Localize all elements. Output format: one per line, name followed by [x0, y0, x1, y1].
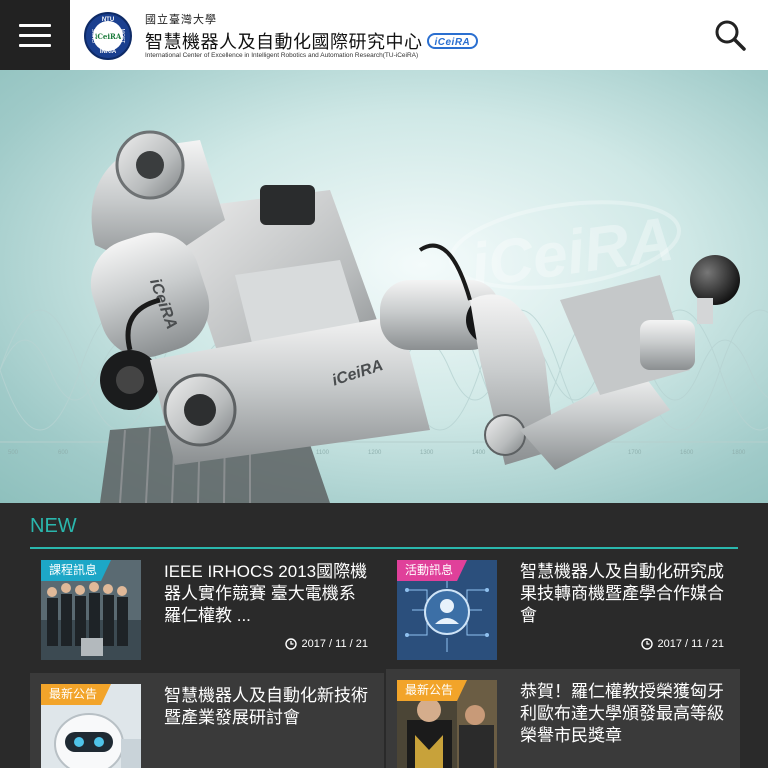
menu-bar: [19, 23, 51, 27]
center-name-text: 智慧機器人及自動化國際研究中心: [145, 32, 423, 52]
search-icon: [715, 20, 746, 51]
news-item[interactable]: 最新公告 智慧機器人及自動化新技術暨產業發展研討會: [30, 673, 384, 768]
scale-tick-label: 600: [58, 450, 69, 456]
news-thumbnail[interactable]: 最新公告: [41, 684, 141, 768]
news-heading: NEW: [30, 515, 77, 537]
news-item[interactable]: 活動訊息 智慧機器人及自動化研究成果技轉商機暨產學合作媒合會 2017 / 11…: [386, 549, 740, 660]
news-date-text: 2017 / 11 / 21: [657, 638, 724, 650]
news-thumbnail[interactable]: 最新公告: [397, 680, 497, 768]
center-name[interactable]: 智慧機器人及自動化國際研究中心 iCeiRA: [145, 28, 479, 54]
news-date: 2017 / 11 / 21: [284, 638, 368, 650]
category-tag: 課程訊息: [41, 560, 111, 581]
seal-text-top: NTU: [101, 17, 115, 23]
scale-tick-label: 1200: [368, 450, 382, 456]
seal-text-bottom: INRIA: [99, 49, 117, 55]
news-item[interactable]: 最新公告 恭賀！羅仁權教授榮獲匈牙利歐布達大學頒發最高等級榮譽市民獎章: [386, 669, 740, 768]
search-button[interactable]: [712, 17, 748, 53]
news-title[interactable]: 智慧機器人及自動化研究成果技轉商機暨產學合作媒合會: [520, 561, 725, 627]
news-title[interactable]: IEEE IRHOCS 2013國際機器人實作競賽 臺大電機系羅仁權教 ...: [164, 561, 369, 627]
category-tag: 最新公告: [41, 684, 111, 705]
seal-text-center: iCeiRA: [94, 31, 122, 41]
seal-text-left: CNRS: [92, 28, 99, 44]
university-name: 國立臺灣大學: [145, 13, 217, 26]
scale-tick-label: 500: [8, 450, 19, 456]
seal-text-right: MOST: [118, 28, 125, 44]
scale-tick-label: 1300: [420, 450, 434, 456]
news-thumbnail[interactable]: 課程訊息: [41, 560, 141, 660]
robot-arm-illustration: 500 600 1100 1200 1300 1400 1700 1600 18…: [0, 130, 768, 503]
hero-banner[interactable]: 500 600 1100 1200 1300 1400 1700 1600 18…: [0, 70, 768, 503]
site-header: NTU CNRS iCeiRA MOST INRIA 國立臺灣大學 智慧機器人及…: [0, 0, 768, 70]
menu-bar: [19, 43, 51, 47]
clock-icon: [284, 638, 297, 650]
news-item[interactable]: 課程訊息 IEEE IRHOCS 2013國際機器人實作競賽 臺大電機系羅仁權教…: [30, 549, 384, 660]
news-section: NEW 課程訊息 IEEE IRHOCS 2013國際機器人實作競賽 臺大電機系…: [0, 503, 768, 768]
scale-tick-label: 1800: [732, 450, 746, 456]
scale-tick-label: 1700: [628, 450, 642, 456]
center-english-name: International Center of Excellence in In…: [145, 52, 419, 59]
news-title[interactable]: 恭賀！羅仁權教授榮獲匈牙利歐布達大學頒發最高等級榮譽市民獎章: [520, 681, 725, 747]
news-title[interactable]: 智慧機器人及自動化新技術暨產業發展研討會: [164, 685, 369, 729]
scale-tick-label: 1400: [472, 450, 486, 456]
scale-tick-label: 1600: [680, 450, 694, 456]
news-date-text: 2017 / 11 / 21: [301, 638, 368, 650]
hamburger-menu-button[interactable]: [0, 0, 70, 70]
news-thumbnail[interactable]: 活動訊息: [397, 560, 497, 660]
clock-icon: [640, 638, 653, 650]
scale-tick-label: 1100: [316, 450, 330, 456]
center-logo-seal[interactable]: NTU CNRS iCeiRA MOST INRIA: [84, 12, 132, 60]
news-date: 2017 / 11 / 21: [640, 638, 724, 650]
iceira-logo-mark: iCeiRA: [426, 33, 479, 49]
menu-bar: [19, 33, 51, 37]
category-tag: 最新公告: [397, 680, 467, 701]
category-tag: 活動訊息: [397, 560, 467, 581]
